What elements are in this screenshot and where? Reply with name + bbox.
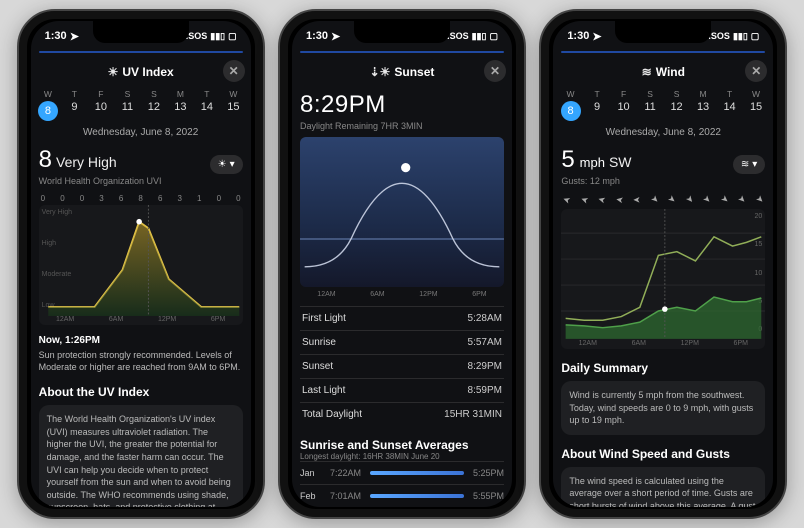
now-text: Sun protection strongly recommended. Lev… [39, 349, 243, 373]
day-column[interactable]: T14 [195, 89, 219, 121]
sunset-time: 8:29PM [300, 91, 504, 119]
phone-wind: 1:30➤ ...SOS▮▮▯▢ ≋ Wind ✕ W8T9F10S11S12M… [539, 9, 787, 519]
metric-picker[interactable]: ☀︎ ▾ [210, 155, 243, 174]
uv-value: 8 [39, 146, 52, 174]
header-title: UV Index [122, 65, 173, 79]
averages-title: Sunrise and Sunset Averages [300, 438, 504, 452]
phone-uv: 1:30➤ ...SOS▮▮▯▢ ☀︎ UV Index ✕ W8T9F10S1… [17, 9, 265, 519]
wind-arrow-icon: ➤ [579, 193, 590, 206]
location-icon: ➤ [70, 30, 79, 43]
wind-arrow-icon: ➤ [597, 193, 607, 206]
uv-rating: Very High [56, 154, 117, 170]
day-strip[interactable]: W8T9F10S11S12M13T14W15 [31, 87, 251, 121]
metric-picker[interactable]: ≋ ▾ [733, 155, 765, 174]
wind-arrow-icon: ➤ [753, 193, 766, 206]
about-title: About Wind Speed and Gusts [561, 447, 765, 461]
uv-source: World Health Organization UVI [39, 176, 162, 186]
location-icon: ➤ [592, 30, 601, 43]
close-button[interactable]: ✕ [484, 60, 506, 82]
sun-path-chart[interactable] [300, 137, 504, 287]
notch [93, 21, 189, 43]
header-title: Wind [656, 65, 685, 79]
daylight-remaining: Daylight Remaining 7HR 3MIN [300, 121, 504, 131]
day-column[interactable]: W15 [221, 89, 245, 121]
averages-list: Jan7:22AM5:25PMFeb7:01AM5:55PMMar7:00AM6… [300, 461, 504, 507]
uv-hour-scale: 00036863100 [39, 194, 243, 203]
wind-arrow-icon: ➤ [683, 193, 696, 206]
chevron-down-icon: ▾ [752, 159, 757, 170]
sunset-icon: ⇣☀︎ [370, 65, 391, 79]
day-column[interactable]: W8 [559, 89, 583, 121]
day-column[interactable]: T9 [62, 89, 86, 121]
sun-time-row: Last Light8:59PM [300, 378, 504, 402]
about-card: The wind speed is calculated using the a… [561, 467, 765, 507]
header-title: Sunset [394, 65, 434, 79]
summary-card: Wind is currently 5 mph from the southwe… [561, 381, 765, 435]
uv-chart[interactable]: Very HighHighModerateLow 12AM6AM12PM6PM [39, 205, 243, 325]
wind-arrow-icon: ➤ [562, 193, 573, 206]
day-column[interactable]: S12 [665, 89, 689, 121]
day-column[interactable]: S11 [115, 89, 139, 121]
phone-sunset: 1:30➤ ...SOS▮▮▯▢ ⇣☀︎ Sunset ✕ 8:29PM Day… [278, 9, 526, 519]
wind-arrow-icon: ➤ [633, 194, 641, 205]
sun-x-ticks: 12AM6AM12PM6PM [300, 291, 504, 298]
sun-icon: ☀︎ [218, 159, 227, 170]
day-column[interactable]: F10 [89, 89, 113, 121]
wind-direction: SW [609, 154, 632, 170]
wind-icon: ≋ [741, 159, 749, 170]
wind-arrow-icon: ➤ [615, 193, 624, 205]
sun-icon: ☀︎ [108, 65, 119, 79]
day-strip[interactable]: W8T9F10S11S12M13T14W15 [553, 87, 773, 121]
wind-arrow-icon: ➤ [648, 193, 661, 206]
detail-header: ☀︎ UV Index ✕ [31, 57, 251, 87]
wind-unit: mph [580, 155, 605, 170]
sun-time-row: Sunrise5:57AM [300, 330, 504, 354]
scroll-progress [561, 51, 765, 53]
notch [615, 21, 711, 43]
uv-x-ticks: 12AM6AM12PM6PM [39, 316, 243, 323]
day-column[interactable]: F10 [612, 89, 636, 121]
date-subtitle: Wednesday, June 8, 2022 [553, 127, 773, 138]
wind-gusts: Gusts: 12 mph [561, 176, 631, 186]
date-subtitle: Wednesday, June 8, 2022 [31, 127, 251, 138]
day-column[interactable]: S12 [142, 89, 166, 121]
scroll-progress [39, 51, 243, 53]
notch [354, 21, 450, 43]
sun-time-row: Sunset8:29PM [300, 354, 504, 378]
location-icon: ➤ [331, 30, 340, 43]
wind-arrow-icon: ➤ [666, 193, 679, 206]
now-time: Now, 1:26PM [39, 335, 243, 346]
detail-header: ≋ Wind ✕ [553, 57, 773, 87]
status-time: 1:30 [45, 30, 67, 42]
wind-chart[interactable]: 20151050 12AM6AM12PM6PM [561, 209, 765, 349]
sun-time-row: Total Daylight15HR 31MIN [300, 402, 504, 426]
wind-arrow-icon: ➤ [735, 193, 748, 206]
chevron-down-icon: ▾ [230, 159, 235, 170]
about-card: The World Health Organization's UV index… [39, 405, 243, 507]
wind-arrow-icon: ➤ [718, 193, 731, 206]
sun-time-row: First Light5:28AM [300, 306, 504, 330]
wind-arrow-icon: ➤ [700, 193, 713, 206]
day-column[interactable]: W15 [744, 89, 768, 121]
day-column[interactable]: M13 [691, 89, 715, 121]
wind-direction-strip: ➤ ➤ ➤ ➤ ➤ ➤ ➤ ➤ ➤ ➤ ➤ ➤ [561, 194, 765, 205]
averages-subtitle: Longest daylight: 16HR 38MIN June 20 [300, 452, 504, 461]
scroll-progress [300, 51, 504, 53]
wind-x-ticks: 12AM6AM12PM6PM [561, 340, 765, 347]
detail-header: ⇣☀︎ Sunset ✕ [292, 57, 512, 87]
day-column[interactable]: W8 [36, 89, 60, 121]
wind-value: 5 [561, 146, 574, 174]
day-column[interactable]: T9 [585, 89, 609, 121]
day-column[interactable]: M13 [168, 89, 192, 121]
close-button[interactable]: ✕ [223, 60, 245, 82]
sun-times-list: First Light5:28AMSunrise5:57AMSunset8:29… [300, 306, 504, 426]
day-column[interactable]: S11 [638, 89, 662, 121]
average-row: Jan7:22AM5:25PM [300, 461, 504, 484]
summary-title: Daily Summary [561, 361, 765, 375]
about-title: About the UV Index [39, 385, 243, 399]
close-button[interactable]: ✕ [745, 60, 767, 82]
day-column[interactable]: T14 [718, 89, 742, 121]
average-row: Feb7:01AM5:55PM [300, 484, 504, 507]
wind-icon: ≋ [642, 65, 652, 79]
